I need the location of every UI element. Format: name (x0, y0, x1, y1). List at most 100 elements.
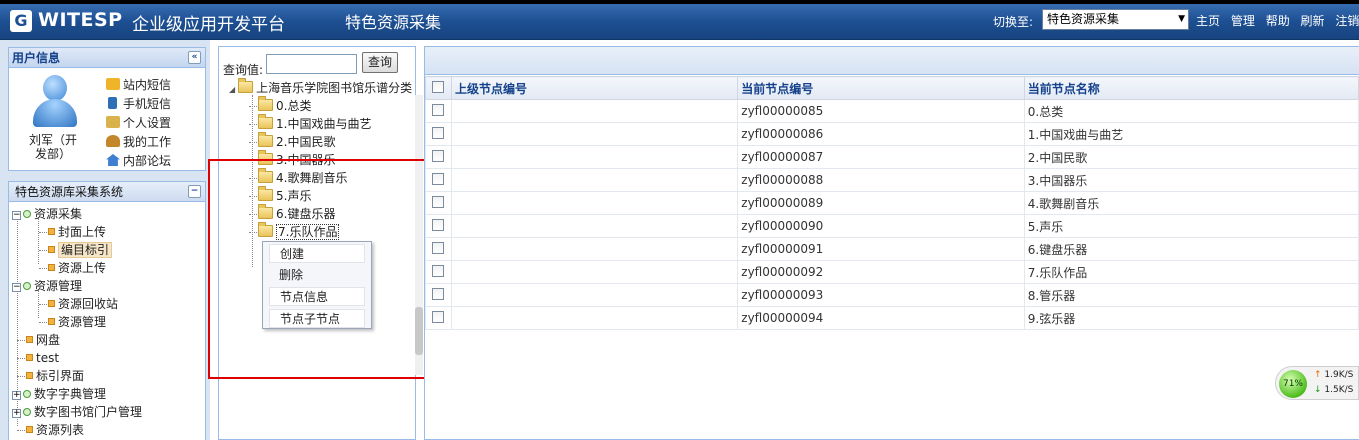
table-row[interactable]: zyfl00000089 4.歌舞剧音乐 (425, 191, 1359, 215)
col-node-name[interactable]: 当前节点名称 (1023, 76, 1359, 100)
nav-item-index-ui[interactable]: 标引界面 (17, 367, 84, 385)
nav-item-resource-list[interactable]: 资源列表 (17, 421, 84, 439)
cell-name: 0.总类 (1023, 99, 1359, 123)
row-checkbox[interactable] (432, 196, 444, 208)
help-link[interactable]: 帮助 (1266, 14, 1290, 28)
row-check-cell (425, 306, 452, 330)
cell-name: 6.键盘乐器 (1023, 237, 1359, 261)
settings-link[interactable]: 个人设置 (106, 114, 171, 133)
col-parent-code[interactable]: 上级节点编号 (450, 76, 739, 100)
query-input[interactable] (266, 54, 357, 74)
row-checkbox[interactable] (432, 150, 444, 162)
select-all-cell (425, 76, 452, 100)
table-row[interactable]: zyfl00000094 9.弦乐器 (425, 306, 1359, 330)
row-check-cell (425, 214, 452, 238)
query-button[interactable]: 查询 (362, 52, 398, 73)
tree-node[interactable]: 2.中国民歌 (249, 132, 335, 151)
tree-node[interactable]: 0.总类 (249, 96, 311, 115)
user-name: 刘军（开发部） (29, 133, 78, 161)
cell-code: zyfl00000086 (737, 122, 1025, 146)
collapse-tree-icon[interactable]: − (12, 211, 21, 220)
tree-root[interactable]: ◢ 上海音乐学院图书馆乐谱分类 (229, 78, 412, 99)
nav-item-resource-collect[interactable]: − 资源采集 (12, 205, 82, 223)
cell-parent (450, 306, 739, 330)
admin-link[interactable]: 管理 (1231, 14, 1255, 28)
nav-item-cover-upload[interactable]: 封面上传 (39, 223, 106, 241)
cell-name: 7.乐队作品 (1023, 260, 1359, 284)
cell-name: 8.管乐器 (1023, 283, 1359, 307)
module-icon (23, 390, 31, 398)
logo-subtitle: 企业级应用开发平台 (132, 15, 285, 35)
table-row[interactable]: zyfl00000087 2.中国民歌 (425, 145, 1359, 169)
nav-item-dictionary[interactable]: + 数字字典管理 (12, 385, 106, 403)
my-work-link[interactable]: 我的工作 (106, 133, 171, 152)
download-speed-value: 1.5K/S (1324, 385, 1354, 395)
cell-parent (450, 122, 739, 146)
nav-item-test[interactable]: test (17, 349, 59, 367)
home-link[interactable]: 主页 (1196, 14, 1220, 28)
inbox-link[interactable]: 站内短信 (106, 76, 171, 95)
switch-label: 切换至: (993, 15, 1034, 29)
cell-code: zyfl00000091 (737, 237, 1025, 261)
row-checkbox[interactable] (432, 311, 444, 323)
nav-item-resource-manage[interactable]: − 资源管理 (12, 277, 82, 295)
collapse-icon[interactable]: − (188, 185, 201, 198)
nav-item-portal-manage[interactable]: + 数字图书馆门户管理 (12, 403, 142, 421)
row-checkbox[interactable] (432, 265, 444, 277)
forum-link[interactable]: 内部论坛 (106, 152, 171, 171)
nav-item-resource-manage-sub[interactable]: 资源管理 (39, 313, 106, 331)
system-switch-select[interactable]: 特色资源采集 ▼ (1042, 9, 1189, 30)
row-checkbox[interactable] (432, 219, 444, 231)
expand-tree-icon[interactable]: + (12, 391, 21, 400)
table-row[interactable]: zyfl00000093 8.管乐器 (425, 283, 1359, 307)
grid-header-row: 上级节点编号 当前节点编号 当前节点名称 (425, 76, 1359, 100)
cell-name: 5.声乐 (1023, 214, 1359, 238)
nav-panel-header: 特色资源库采集系统 − (9, 182, 205, 202)
expand-tree-icon[interactable]: + (12, 409, 21, 418)
row-checkbox[interactable] (432, 288, 444, 300)
sms-link-label: 手机短信 (123, 97, 172, 111)
left-column: 用户信息 « 刘军（开发部） 站内短信 手机短信 个人设置 我的工作 内部论坛 (0, 40, 210, 440)
row-checkbox[interactable] (432, 104, 444, 116)
tree-node[interactable]: 1.中国戏曲与曲艺 (249, 114, 371, 133)
mail-icon (106, 78, 120, 90)
col-node-code[interactable]: 当前节点编号 (737, 76, 1025, 100)
nav-label: 资源回收站 (58, 297, 119, 311)
grid-toolbar (425, 47, 1359, 75)
table-row[interactable]: zyfl00000088 3.中国器乐 (425, 168, 1359, 192)
cell-name: 1.中国戏曲与曲艺 (1023, 122, 1359, 146)
download-speed: ↓ 1.5K/S (1314, 385, 1353, 395)
row-checkbox[interactable] (432, 173, 444, 185)
table-row[interactable]: zyfl00000091 6.键盘乐器 (425, 237, 1359, 261)
logout-link[interactable]: 注销 (1335, 14, 1359, 28)
nav-item-netdisk[interactable]: 网盘 (17, 331, 60, 349)
nav-panel: 特色资源库采集系统 − − 资源采集 封面上传 编目标引 资源上传 − 资源管理 资… (8, 181, 206, 440)
upload-speed: ↑ 1.9K/S (1314, 370, 1353, 380)
cell-name: 2.中国民歌 (1023, 145, 1359, 169)
row-checkbox[interactable] (432, 242, 444, 254)
cell-code: zyfl00000094 (737, 306, 1025, 330)
table-row[interactable]: zyfl00000085 0.总类 (425, 99, 1359, 123)
nav-label: 资源管理 (34, 279, 83, 293)
row-checkbox[interactable] (432, 127, 444, 139)
sms-link[interactable]: 手机短信 (106, 95, 171, 114)
switch-select-value: 特色资源采集 (1047, 12, 1120, 26)
table-row[interactable]: zyfl00000086 1.中国戏曲与曲艺 (425, 122, 1359, 146)
collapse-tree-icon[interactable]: ◢ (229, 81, 235, 99)
home-icon (106, 154, 120, 166)
arrow-up-icon: ↑ (1314, 370, 1322, 380)
page-icon (26, 354, 33, 361)
nav-item-catalog-index[interactable]: 编目标引 (39, 241, 113, 259)
collapse-tree-icon[interactable]: − (12, 283, 21, 292)
cell-code: zyfl00000088 (737, 168, 1025, 192)
refresh-link[interactable]: 刷新 (1301, 14, 1325, 28)
chevron-down-icon[interactable]: ▼ (1178, 10, 1185, 29)
nav-item-resource-upload[interactable]: 资源上传 (39, 259, 106, 277)
table-row[interactable]: zyfl00000092 7.乐队作品 (425, 260, 1359, 284)
page-icon (48, 246, 55, 253)
select-all-checkbox[interactable] (432, 81, 444, 93)
network-speed-widget[interactable]: 71% ↑ 1.9K/S ↓ 1.5K/S (1275, 366, 1359, 400)
nav-item-recycle-bin[interactable]: 资源回收站 (39, 295, 118, 313)
table-row[interactable]: zyfl00000090 5.声乐 (425, 214, 1359, 238)
collapse-icon[interactable]: « (188, 51, 201, 64)
